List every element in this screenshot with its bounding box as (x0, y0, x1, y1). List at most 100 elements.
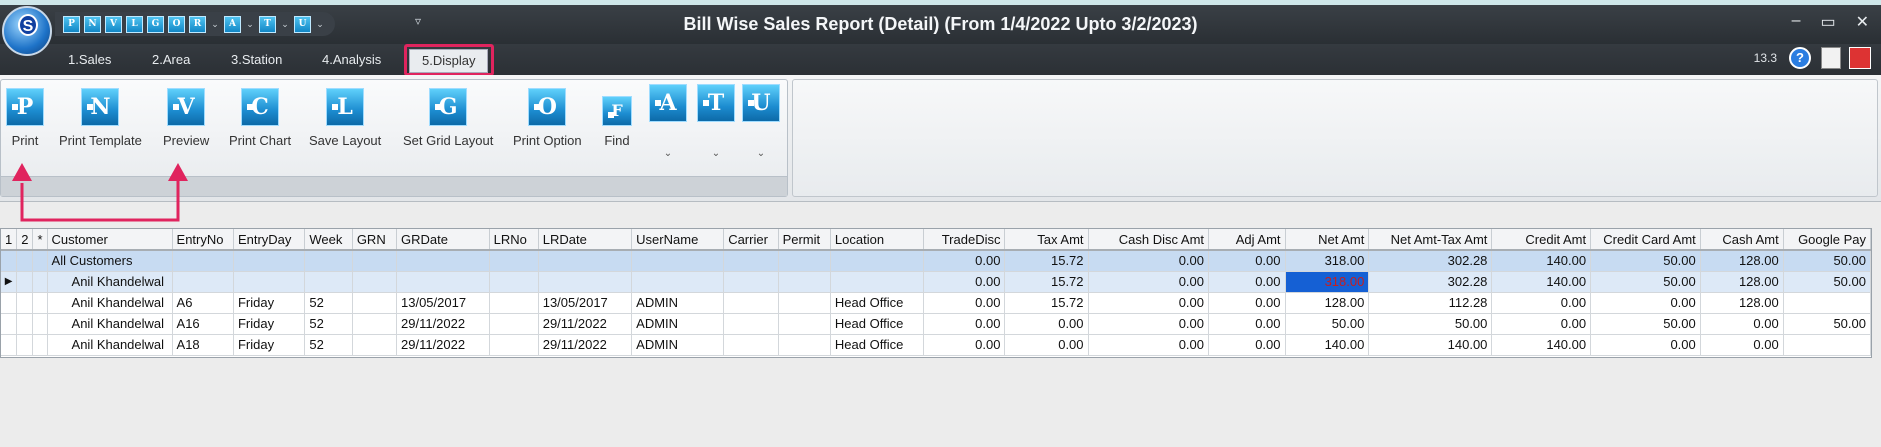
table-cell[interactable] (778, 334, 831, 356)
table-cell[interactable]: 13/05/2017 (396, 292, 490, 314)
table-cell[interactable] (723, 292, 779, 314)
table-cell[interactable]: 0.00 (1590, 292, 1701, 314)
table-cell[interactable]: 0.00 (1088, 313, 1210, 335)
exit-icon[interactable] (1849, 47, 1871, 69)
notepad-icon[interactable] (1821, 47, 1841, 69)
table-cell[interactable]: 0.00 (1088, 334, 1210, 356)
table-cell[interactable] (830, 271, 924, 293)
table-cell[interactable]: 302.28 (1368, 250, 1493, 272)
table-cell[interactable]: 140.00 (1285, 334, 1370, 356)
preview-button[interactable]: V Preview (163, 88, 209, 148)
table-cell[interactable]: 50.00 (1783, 271, 1872, 293)
table-row[interactable]: Anil Khandelwal A18 Friday 52 29/11/2022 29/1… (1, 334, 1872, 356)
table-cell[interactable] (396, 271, 490, 293)
column-header[interactable]: GRN (352, 229, 398, 251)
table-cell[interactable] (723, 250, 779, 272)
table-cell[interactable]: 52 (304, 313, 353, 335)
column-header[interactable]: Adj Amt (1208, 229, 1286, 251)
table-cell[interactable] (396, 250, 490, 272)
table-cell[interactable]: 128.00 (1700, 271, 1784, 293)
table-cell[interactable]: ADMIN (631, 313, 725, 335)
table-row[interactable]: Anil Khandelwal A16 Friday 52 29/11/2022 29/1… (1, 313, 1872, 335)
level-all-marker[interactable]: * (32, 229, 48, 251)
table-cell[interactable] (172, 271, 234, 293)
level-2-marker[interactable]: 2 (16, 229, 34, 251)
column-header[interactable]: Carrier (723, 229, 779, 251)
table-cell[interactable] (489, 271, 539, 293)
table-cell[interactable] (489, 250, 539, 272)
table-cell[interactable] (538, 271, 633, 293)
column-header[interactable]: Location (830, 229, 924, 251)
table-cell[interactable]: 15.72 (1004, 250, 1089, 272)
table-cell[interactable]: Friday (233, 313, 306, 335)
table-cell[interactable]: 128.00 (1700, 250, 1784, 272)
table-cell[interactable]: 50.00 (1368, 313, 1493, 335)
table-cell[interactable]: 15.72 (1004, 292, 1089, 314)
table-cell[interactable]: Anil Khandelwal (47, 271, 173, 293)
table-cell[interactable]: 50.00 (1285, 313, 1370, 335)
column-header[interactable]: Net Amt (1285, 229, 1370, 251)
column-header[interactable]: Credit Card Amt (1590, 229, 1701, 251)
table-cell[interactable] (723, 334, 779, 356)
print-chart-button[interactable]: C Print Chart (229, 88, 291, 148)
table-cell[interactable]: 52 (304, 292, 353, 314)
table-cell[interactable]: Head Office (830, 334, 924, 356)
table-cell[interactable]: 52 (304, 334, 353, 356)
table-cell[interactable] (538, 250, 633, 272)
table-cell[interactable]: Anil Khandelwal (47, 313, 173, 335)
table-cell[interactable] (233, 250, 306, 272)
table-cell[interactable] (352, 250, 398, 272)
table-cell[interactable] (489, 292, 539, 314)
table-cell[interactable] (723, 313, 779, 335)
table-cell[interactable]: Head Office (830, 292, 924, 314)
table-cell[interactable]: 302.28 (1368, 271, 1493, 293)
table-cell[interactable] (1783, 334, 1872, 356)
table-cell[interactable]: ADMIN (631, 334, 725, 356)
table-cell[interactable] (830, 250, 924, 272)
print-option-button[interactable]: O Print Option (513, 88, 582, 148)
tab-station[interactable]: 3.Station (231, 49, 282, 73)
table-cell[interactable] (631, 271, 725, 293)
table-cell[interactable]: Anil Khandelwal (47, 292, 173, 314)
table-cell[interactable]: 0.00 (1700, 313, 1784, 335)
tab-analysis[interactable]: 4.Analysis (322, 49, 381, 73)
set-grid-layout-button[interactable]: G Set Grid Layout (403, 88, 493, 148)
table-cell[interactable]: A18 (172, 334, 234, 356)
table-cell[interactable]: 140.00 (1491, 334, 1592, 356)
table-cell[interactable]: 50.00 (1590, 313, 1701, 335)
column-header[interactable]: Week (304, 229, 353, 251)
table-cell[interactable]: A6 (172, 292, 234, 314)
table-cell[interactable]: 50.00 (1783, 313, 1872, 335)
table-cell[interactable]: A16 (172, 313, 234, 335)
table-cell[interactable]: 29/11/2022 (538, 334, 633, 356)
column-header[interactable]: Cash Amt (1700, 229, 1784, 251)
column-header[interactable]: Net Amt-Tax Amt (1368, 229, 1493, 251)
table-cell[interactable]: 0.00 (1491, 292, 1592, 314)
restore-button[interactable]: ▭ (1820, 12, 1835, 32)
column-header[interactable]: TradeDisc (923, 229, 1006, 251)
table-cell[interactable]: 0.00 (1208, 313, 1286, 335)
table-cell[interactable]: 0.00 (923, 271, 1006, 293)
table-cell[interactable]: 128.00 (1285, 292, 1370, 314)
table-cell[interactable]: 0.00 (1491, 313, 1592, 335)
table-cell[interactable] (352, 334, 398, 356)
table-cell[interactable]: 112.28 (1368, 292, 1493, 314)
table-cell[interactable]: Head Office (830, 313, 924, 335)
column-header[interactable]: UserName (631, 229, 725, 251)
table-cell[interactable]: 0.00 (1208, 250, 1286, 272)
table-cell[interactable]: 0.00 (923, 250, 1006, 272)
table-cell[interactable]: 140.00 (1368, 334, 1493, 356)
report-grid[interactable]: 1 2 * Customer EntryNo EntryDay Week GRN GRDa… (0, 228, 1872, 358)
level-1-marker[interactable]: 1 (1, 229, 18, 251)
column-header[interactable]: LRNo (489, 229, 539, 251)
t-dropdown-button[interactable]: T ⌄ (697, 84, 735, 159)
table-cell[interactable]: 128.00 (1700, 292, 1784, 314)
group-total-row[interactable]: All Customers 0.00 15.72 0.00 0.00 318.00 302.… (1, 250, 1872, 272)
print-button[interactable]: P Print (6, 88, 44, 148)
column-header[interactable]: Google Pay (1783, 229, 1872, 251)
column-header[interactable]: Customer (47, 229, 173, 251)
table-cell[interactable]: 50.00 (1590, 250, 1701, 272)
table-cell[interactable] (304, 271, 353, 293)
table-cell[interactable] (631, 250, 725, 272)
app-menu-orb[interactable]: S (2, 6, 52, 56)
